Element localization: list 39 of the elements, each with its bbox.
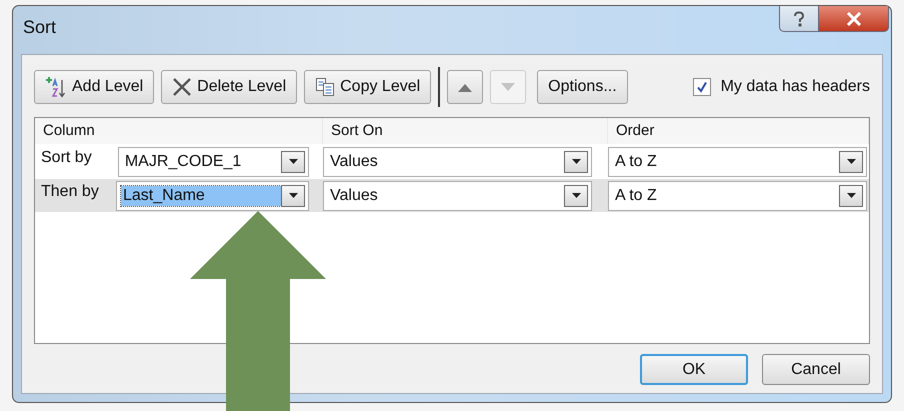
close-icon — [846, 12, 862, 26]
ok-button[interactable]: OK — [640, 354, 748, 385]
column-header: Sort On — [323, 118, 608, 144]
checkbox-label: My data has headers — [720, 78, 870, 96]
sort-level-row[interactable]: Sort by MAJR_CODE_1 Values A to Z — [35, 145, 869, 178]
close-button[interactable] — [819, 6, 889, 32]
add-level-button[interactable]: Add Level — [34, 70, 154, 104]
caret-icon — [572, 193, 580, 198]
level-label: Then by — [40, 182, 100, 200]
cancel-button[interactable]: Cancel — [762, 354, 870, 385]
help-button[interactable] — [779, 6, 819, 32]
column-dropdown[interactable]: Last_Name — [116, 180, 309, 210]
move-up-button[interactable] — [447, 70, 484, 104]
caret-icon — [846, 159, 856, 164]
down-triangle-icon — [501, 82, 516, 92]
order-dropdown[interactable]: A to Z — [608, 180, 867, 210]
check-mark-icon — [696, 81, 708, 93]
column-header: Order — [608, 118, 869, 144]
caret-icon — [572, 159, 580, 164]
x-icon — [172, 77, 192, 97]
options-level-button[interactable]: Options... — [537, 70, 628, 104]
level-label: Sort by — [40, 148, 93, 166]
copy-icon — [315, 77, 336, 97]
sort-on-dropdown[interactable]: Values — [323, 180, 592, 210]
caret-icon — [288, 193, 298, 198]
sort-on-dropdown[interactable]: Values — [323, 146, 592, 176]
window-title: Sort — [23, 16, 56, 38]
headers-checkbox[interactable] — [692, 78, 711, 96]
help-icon — [792, 10, 806, 26]
sort-az-icon — [45, 76, 67, 98]
caret-icon — [846, 193, 856, 198]
delete-level-button[interactable]: Delete Level — [161, 70, 298, 104]
up-triangle-icon — [458, 82, 472, 92]
copy-level-button[interactable]: Copy Level — [304, 70, 432, 104]
order-dropdown[interactable]: A to Z — [608, 146, 867, 176]
column-dropdown[interactable]: MAJR_CODE_1 — [118, 146, 309, 176]
sort-level-row[interactable]: Then by Last_Name Values A to Z — [35, 179, 869, 212]
caret-icon — [288, 159, 298, 164]
column-header: Column — [35, 118, 323, 144]
